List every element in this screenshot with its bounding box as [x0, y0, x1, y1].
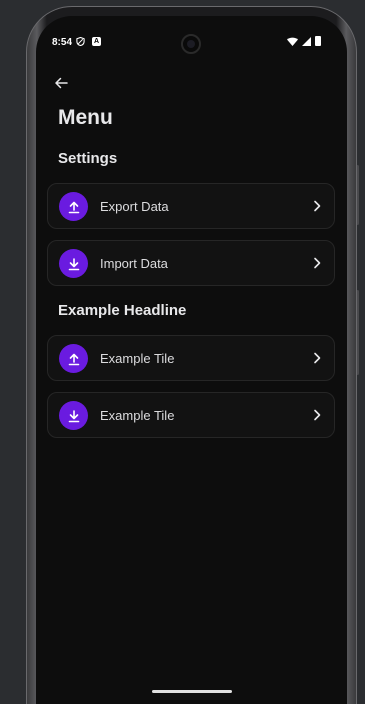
download-icon: [59, 401, 88, 430]
wifi-icon: [287, 37, 298, 46]
section-title-example-headline: Example Headline: [58, 302, 187, 319]
upload-icon: [59, 192, 88, 221]
front-camera: [181, 34, 201, 54]
background: [0, 0, 8, 704]
shield-icon: [76, 37, 85, 46]
home-indicator[interactable]: [152, 690, 232, 693]
status-bar: 8:54 A: [36, 16, 347, 54]
tile-import-data[interactable]: Import Data: [47, 240, 335, 286]
tile-example-1[interactable]: Example Tile: [47, 335, 335, 381]
battery-icon: [315, 36, 321, 46]
chevron-right-icon: [309, 255, 325, 271]
chevron-right-icon: [309, 350, 325, 366]
tile-export-data[interactable]: Export Data: [47, 183, 335, 229]
upload-icon: [59, 344, 88, 373]
tile-label: Import Data: [100, 256, 168, 271]
tile-label: Example Tile: [100, 408, 175, 423]
a-icon: A: [92, 37, 101, 46]
signal-icon: [302, 36, 311, 46]
page-title: Menu: [58, 106, 113, 129]
tile-label: Export Data: [100, 199, 169, 214]
tile-example-2[interactable]: Example Tile: [47, 392, 335, 438]
chevron-right-icon: [309, 407, 325, 423]
phone-screen: 8:54 A Menu Settings Export Data Import …: [36, 16, 347, 704]
tile-label: Example Tile: [100, 351, 175, 366]
chevron-right-icon: [309, 198, 325, 214]
arrow-left-icon: [55, 77, 68, 89]
status-time: 8:54: [52, 37, 73, 48]
section-title-settings: Settings: [58, 150, 118, 167]
back-button[interactable]: [50, 72, 72, 94]
download-icon: [59, 249, 88, 278]
status-right-icons: [287, 36, 321, 46]
